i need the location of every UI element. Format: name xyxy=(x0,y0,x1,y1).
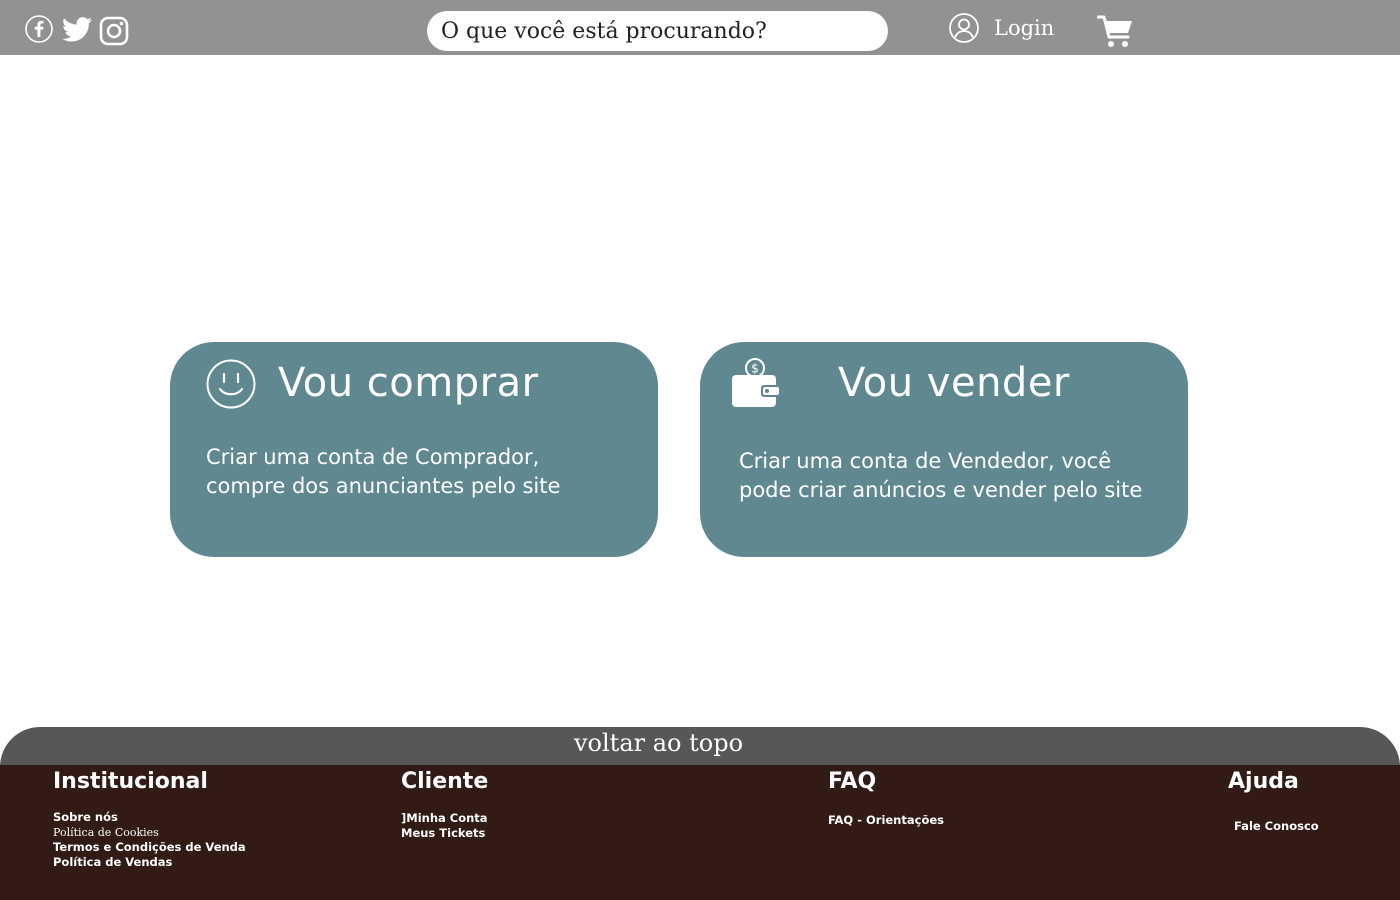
svg-text:$: $ xyxy=(751,362,759,376)
twitter-icon[interactable] xyxy=(62,16,92,43)
buyer-card[interactable]: Vou comprar Criar uma conta de Comprador… xyxy=(170,342,658,557)
footer-link-sobre-nos[interactable]: Sobre nós xyxy=(53,810,246,825)
seller-card[interactable]: $ Vou vender Criar uma conta de Vendedor… xyxy=(700,342,1188,557)
footer-link-meus-tickets[interactable]: Meus Tickets xyxy=(401,826,488,841)
seller-desc-line-1: Criar uma conta de Vendedor, você xyxy=(739,449,1112,473)
footer-heading-faq: FAQ xyxy=(828,769,877,794)
footer-heading-ajuda: Ajuda xyxy=(1228,769,1299,794)
footer-link-politica-vendas[interactable]: Política de Vendas xyxy=(53,855,246,870)
back-to-top-label: voltar ao topo xyxy=(574,729,744,757)
top-header: Login xyxy=(0,0,1400,55)
buyer-desc-line-2: compre dos anunciantes pelo site xyxy=(206,474,561,498)
search-input[interactable] xyxy=(441,11,861,51)
buyer-card-title: Vou comprar xyxy=(278,360,539,406)
footer-column-ajuda: Ajuda Fale Conosco xyxy=(1228,769,1319,834)
footer-link-termos-condicoes[interactable]: Termos e Condições de Venda xyxy=(53,840,246,855)
footer-heading-institucional: Institucional xyxy=(53,769,208,794)
smiley-icon xyxy=(206,359,256,409)
footer-link-minha-conta[interactable]: ]Minha Conta xyxy=(401,811,488,826)
seller-desc-line-2: pode criar anúncios e vender pelo site xyxy=(739,478,1143,502)
seller-card-description: Criar uma conta de Vendedor, você pode c… xyxy=(739,447,1142,505)
search-bar[interactable] xyxy=(427,11,888,51)
footer-link-faq-orientacoes[interactable]: FAQ - Orientações xyxy=(828,813,944,828)
wallet-icon: $ xyxy=(732,358,781,407)
buyer-desc-line-1: Criar uma conta de Comprador, xyxy=(206,445,540,469)
buyer-card-description: Criar uma conta de Comprador, compre dos… xyxy=(206,443,560,501)
footer-column-institucional: Institucional Sobre nós Política de Cook… xyxy=(53,769,246,870)
footer-heading-cliente: Cliente xyxy=(401,769,489,794)
back-to-top-bar[interactable]: voltar ao topo xyxy=(0,727,1400,767)
footer: Institucional Sobre nós Política de Cook… xyxy=(0,765,1400,900)
seller-card-title: Vou vender xyxy=(838,360,1070,406)
login-label: Login xyxy=(994,16,1055,40)
facebook-icon[interactable] xyxy=(24,14,54,44)
footer-column-faq: FAQ FAQ - Orientações xyxy=(828,769,944,828)
login-button[interactable]: Login xyxy=(948,12,1054,44)
footer-link-fale-conosco[interactable]: Fale Conosco xyxy=(1234,819,1319,834)
user-icon xyxy=(949,13,979,43)
cart-icon[interactable] xyxy=(1097,14,1135,50)
footer-column-cliente: Cliente ]Minha Conta Meus Tickets xyxy=(401,769,488,841)
footer-link-politica-cookies[interactable]: Política de Cookies xyxy=(53,825,246,840)
instagram-icon[interactable] xyxy=(99,16,129,46)
